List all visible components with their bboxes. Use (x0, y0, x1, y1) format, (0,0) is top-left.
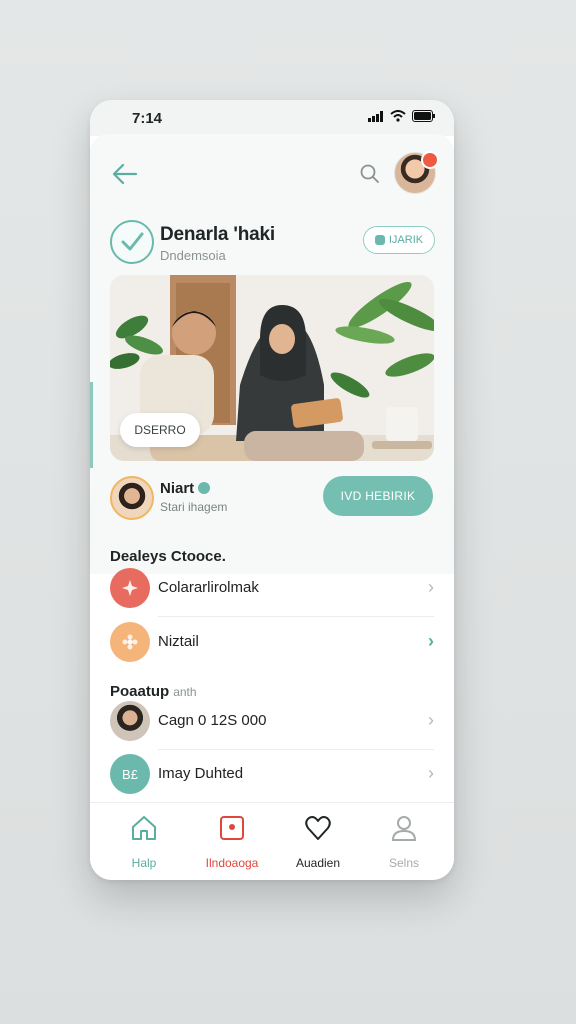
tab-label: Ilndoaoga (205, 856, 259, 870)
author-avatar[interactable] (110, 476, 154, 520)
bookmark-icon (374, 235, 385, 245)
flower-icon (110, 622, 150, 662)
list-item[interactable]: B£ Imay Duhted › (110, 749, 434, 799)
tab-shop[interactable]: Ilndoaoga (192, 813, 272, 870)
list-item[interactable]: Niztail › (110, 617, 434, 667)
follow-button[interactable]: IJARIK (363, 226, 435, 254)
hero-chip-button[interactable]: DSERRO (120, 413, 200, 447)
author-name-wrap: Niart (160, 480, 211, 497)
notch (180, 100, 360, 134)
follow-button-label: IJARIK (388, 234, 424, 246)
chevron-right-icon: › (428, 710, 434, 730)
list-item-label: Niztail (158, 633, 199, 650)
signal-icon (368, 110, 383, 122)
tab-label: Auadien (295, 856, 341, 870)
chevron-right-icon: › (428, 577, 434, 597)
side-accent (90, 382, 93, 468)
verified-icon (198, 482, 211, 494)
search-icon[interactable] (358, 162, 382, 186)
list-item[interactable]: Colararlirolmak › (110, 563, 434, 617)
heart-icon (305, 816, 331, 840)
primary-cta-button[interactable]: IVD HEBIRIK (323, 476, 433, 516)
list-item-label: Colararlirolmak (158, 579, 259, 596)
list-item[interactable]: Cagn 0 12S 000 › (110, 696, 434, 750)
bottom-tab-bar: Halp Ilndoaoga Auadien Selns (90, 802, 454, 880)
tab-label: Halp (131, 856, 157, 870)
list-item-label: Imay Duhted (158, 765, 244, 782)
status-time: 7:14 (132, 110, 163, 127)
author-name: Niart (160, 480, 195, 497)
list-item-label: Cagn 0 12S 000 (158, 712, 267, 729)
home-icon (132, 816, 156, 840)
status-icons (368, 110, 436, 122)
badge-icon: B£ (110, 754, 150, 794)
battery-icon (412, 110, 435, 122)
user-icon (391, 816, 417, 841)
user-avatar[interactable] (394, 151, 439, 194)
profile-logo (110, 220, 154, 264)
chevron-right-icon: › (428, 763, 434, 783)
hero-photo: DSERRO (110, 275, 434, 461)
tab-home[interactable]: Halp (104, 813, 184, 870)
tab-profile[interactable]: Selns (364, 813, 444, 870)
checkmark-icon (121, 232, 144, 251)
bag-icon (220, 816, 244, 840)
chevron-right-icon: › (428, 631, 434, 651)
arrow-left-icon[interactable] (110, 160, 140, 188)
wifi-icon (390, 110, 406, 122)
tab-favorites[interactable]: Auadien (278, 813, 358, 870)
profile-name: Denarla 'haki (160, 224, 275, 245)
phone-frame: 7:14 Denarla 'haki Dndemsoia IJARIK DSER… (90, 100, 454, 880)
sparkle-icon (110, 568, 150, 608)
tab-label: Selns (388, 856, 420, 870)
author-subtitle: Stari ihagem (160, 500, 228, 514)
profile-subtitle: Dndemsoia (160, 248, 226, 263)
notification-badge (421, 151, 439, 169)
person-photo (110, 701, 150, 741)
status-bar: 7:14 (90, 100, 454, 136)
